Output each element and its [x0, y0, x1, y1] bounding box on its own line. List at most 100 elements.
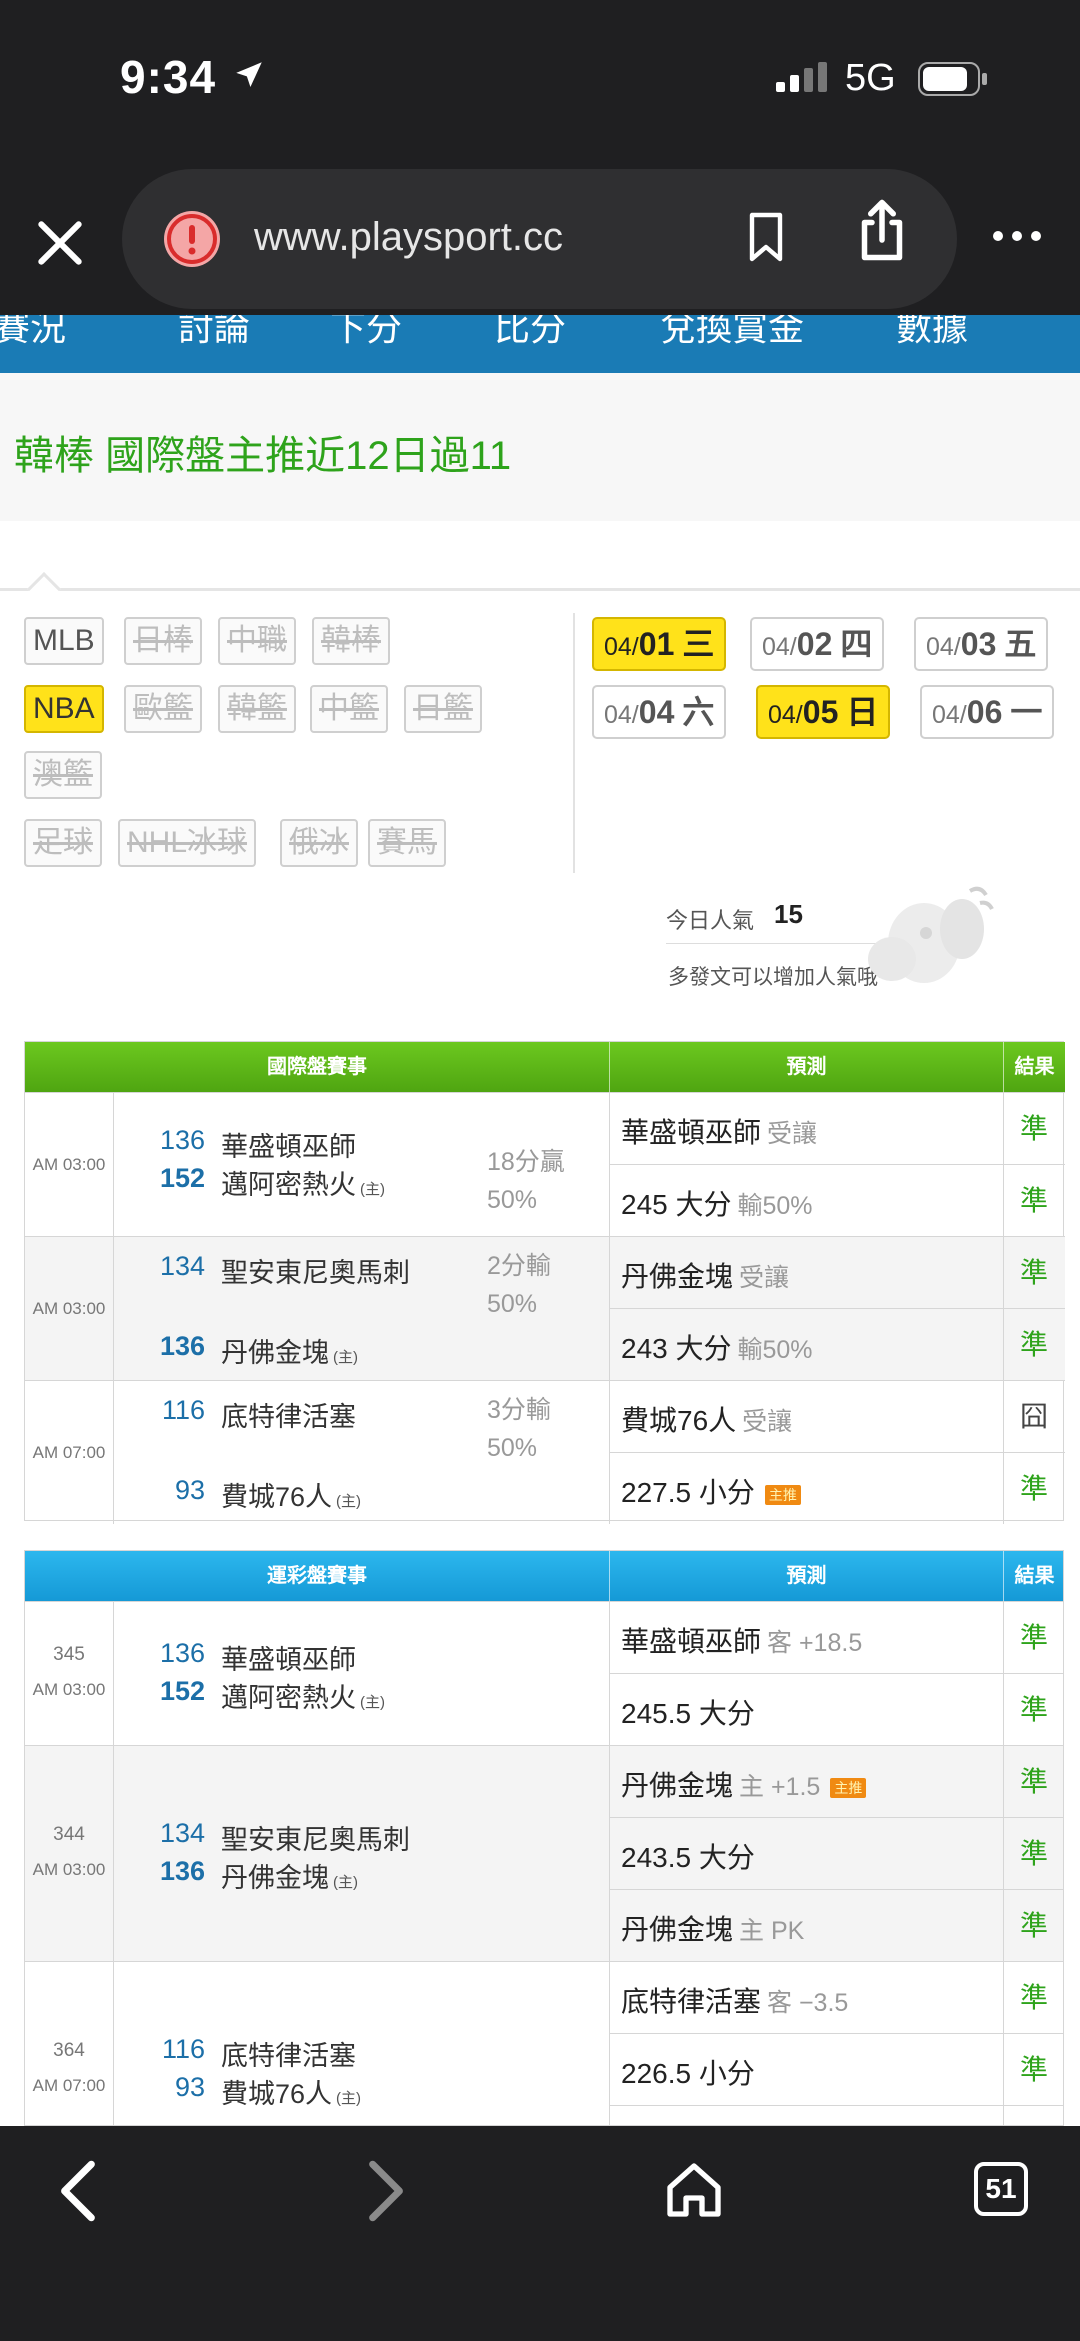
- prediction-cell: 丹佛金塊主 PK: [609, 1890, 1003, 1962]
- result-mark: 準: [1003, 2034, 1063, 2106]
- prediction-cell: 243.5 大分: [609, 1818, 1003, 1890]
- date-month: 04/: [932, 701, 967, 729]
- prediction-pick[interactable]: 243.5 大分: [621, 1836, 755, 1876]
- bookmark-icon[interactable]: [742, 209, 790, 265]
- prediction-cell: 底特律活塞客 −3.5: [609, 1962, 1003, 2034]
- column-divider: [113, 1962, 114, 2125]
- address-bar[interactable]: www.playsport.cc: [122, 169, 957, 309]
- date-button[interactable]: 04/01 三: [592, 617, 727, 671]
- intl-header-game: 國際盤賽事: [25, 1042, 609, 1092]
- column-divider: [113, 1602, 114, 1745]
- sport-button: 足球: [24, 819, 102, 867]
- game-row: 344 AM 03:00 134 聖安東尼奧馬刺 136 丹佛金塊 (主) 丹佛金塊主 +1.…: [25, 1745, 1063, 1962]
- nav-item[interactable]: 兌換賞金: [660, 315, 804, 351]
- date-button[interactable]: 04/06 一: [920, 685, 1055, 739]
- prediction-pick[interactable]: 227.5 小分 主推: [621, 1471, 801, 1511]
- date-day: 03: [960, 626, 997, 662]
- sport-button: 中職: [218, 617, 296, 665]
- sport-button: 日籃: [404, 685, 482, 733]
- away-score: 116: [161, 1395, 205, 1425]
- prediction-main: 245.5 大分: [621, 1698, 755, 1729]
- intl-header-result: 結果: [1003, 1042, 1065, 1092]
- share-icon[interactable]: [852, 195, 912, 265]
- nav-item[interactable]: 數據: [896, 315, 968, 351]
- home-team[interactable]: 丹佛金塊 (主): [221, 1331, 358, 1370]
- prediction-pick[interactable]: 245 大分 輸50%: [621, 1183, 813, 1223]
- sport-button: 中籃: [310, 685, 388, 733]
- away-team[interactable]: 華盛頓巫師: [221, 1125, 356, 1164]
- headline[interactable]: 韓棒 國際盤主推近12日過11: [14, 423, 511, 481]
- date-button[interactable]: 04/05 日: [756, 685, 891, 739]
- prediction-main: 底特律活塞: [621, 1986, 762, 2017]
- prediction-cell: 245 大分 輸50%: [609, 1165, 1003, 1237]
- game-code: 344: [53, 1824, 85, 1845]
- prediction-detail: 受讓: [767, 1120, 818, 1148]
- game-row: 364 AM 07:00 116 底特律活塞 93 費城76人 (主) 底特律活塞客 −3.5…: [25, 1961, 1063, 2125]
- result-mark: 準: [1003, 1237, 1065, 1309]
- prediction-pick[interactable]: 丹佛金塊主 PK: [621, 1908, 804, 1948]
- prediction-main: 丹佛金塊: [621, 1261, 734, 1292]
- prediction-cell: 底特律活塞: [609, 2106, 1003, 2125]
- nav-item[interactable]: 賽況: [0, 315, 66, 351]
- home-team[interactable]: 邁阿密熱火 (主): [221, 1163, 385, 1202]
- date-day: 02: [796, 626, 833, 662]
- game-row: AM 07:00 116 底特律活塞 93 費城76人 (主) 3分輸 50% 費城76人 受讓…: [25, 1380, 1065, 1524]
- home-team[interactable]: 邁阿密熱火 (主): [221, 1676, 385, 1715]
- prediction-main: 華盛頓巫師: [621, 1626, 762, 1657]
- prediction-pick[interactable]: 費城76人 受讓: [621, 1399, 792, 1439]
- away-team[interactable]: 華盛頓巫師: [221, 1638, 356, 1677]
- date-month: 04/: [768, 701, 803, 729]
- result-mark: 準: [1019, 1473, 1048, 1504]
- home-team[interactable]: 費城76人 (主): [221, 1475, 361, 1514]
- nav-item[interactable]: 討論: [178, 315, 250, 351]
- prediction-pick[interactable]: 丹佛金塊 受讓: [621, 1255, 789, 1295]
- sport-button[interactable]: MLB: [24, 617, 104, 665]
- nav-item[interactable]: 下分: [330, 315, 402, 351]
- featured-badge: 主推: [830, 1777, 867, 1798]
- prediction-pick[interactable]: 底特律活塞客 −3.5: [621, 1980, 848, 2020]
- prediction-main: 243.5 大分: [621, 1842, 755, 1873]
- result-mark: 準: [1019, 1185, 1048, 1216]
- prediction-pick[interactable]: 華盛頓巫師 受讓: [621, 1111, 817, 1151]
- date-button[interactable]: 04/03 五: [914, 617, 1049, 671]
- prediction-pick[interactable]: 245.5 大分: [621, 1692, 755, 1732]
- back-icon[interactable]: [54, 2156, 104, 2226]
- game-outcome: 2分輸 50%: [487, 1252, 551, 1318]
- result-mark: 準: [1003, 1602, 1063, 1674]
- game-time: AM 03:00: [32, 1680, 106, 1699]
- browser-toolbar: www.playsport.cc: [0, 165, 1080, 315]
- away-team[interactable]: 底特律活塞: [221, 2034, 356, 2073]
- prediction-pick[interactable]: 243 大分 輸50%: [621, 1327, 813, 1367]
- prediction-pick[interactable]: 丹佛金塊主 +1.5 主推: [621, 1764, 867, 1804]
- sport-button: NHL冰球: [118, 819, 257, 867]
- prediction-detail: 客 −3.5: [767, 1989, 849, 2017]
- prediction-pick[interactable]: 226.5 小分: [621, 2052, 755, 2092]
- date-month: 04/: [604, 633, 639, 661]
- panel-divider: [573, 613, 575, 873]
- close-icon[interactable]: [32, 215, 88, 271]
- sport-button: 賽馬: [368, 819, 446, 867]
- url-text[interactable]: www.playsport.cc: [254, 215, 563, 260]
- tabs-icon[interactable]: 51: [974, 2162, 1028, 2216]
- home-marker: (主): [333, 1349, 358, 1366]
- prediction-pick[interactable]: 華盛頓巫師客 +18.5: [621, 1620, 862, 1660]
- date-button[interactable]: 04/02 四: [750, 617, 885, 671]
- nav-item[interactable]: 比分: [494, 315, 566, 351]
- home-team[interactable]: 丹佛金塊 (主): [221, 1856, 358, 1895]
- home-team[interactable]: 費城76人 (主): [221, 2072, 361, 2111]
- away-team[interactable]: 聖安東尼奧馬刺: [221, 1818, 410, 1857]
- mascot-icon: [868, 886, 994, 983]
- prediction-cell: 243 大分 輸50%: [609, 1309, 1003, 1381]
- home-icon[interactable]: [662, 2158, 726, 2222]
- lottery-header-result: 結果: [1003, 1551, 1063, 1601]
- date-button[interactable]: 04/04 六: [592, 685, 727, 739]
- away-team[interactable]: 底特律活塞: [221, 1395, 356, 1434]
- away-team[interactable]: 聖安東尼奧馬刺: [221, 1251, 410, 1290]
- forward-icon[interactable]: [360, 2156, 410, 2226]
- sport-button[interactable]: NBA: [24, 685, 104, 733]
- more-icon[interactable]: [992, 229, 1042, 243]
- prediction-detail: 主 PK: [739, 1917, 805, 1945]
- sport-button: 韓棒: [312, 617, 390, 665]
- prediction-main: 226.5 小分: [621, 2058, 755, 2089]
- warning-icon[interactable]: [162, 209, 222, 269]
